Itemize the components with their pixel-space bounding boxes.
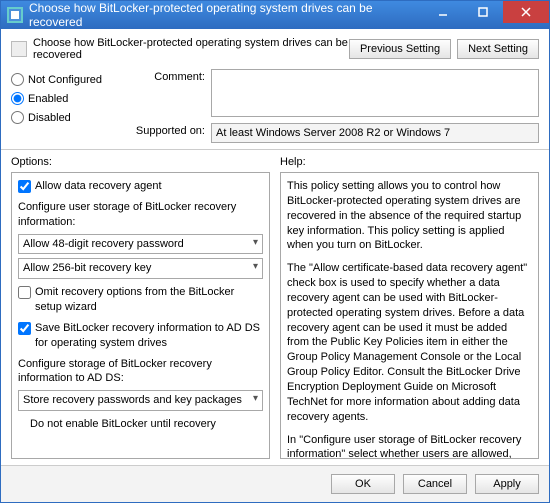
help-heading: Help:: [280, 156, 539, 168]
ad-storage-label: Configure storage of BitLocker recovery …: [18, 357, 263, 387]
supported-on-value: At least Windows Server 2008 R2 or Windo…: [211, 123, 539, 143]
omit-wizard-checkbox[interactable]: Omit recovery options from the BitLocker…: [18, 285, 263, 315]
state-radios: Not Configured Enabled Disabled: [11, 69, 111, 124]
minimize-button[interactable]: [423, 1, 463, 23]
radio-not-configured[interactable]: Not Configured: [11, 73, 111, 86]
comment-label: Comment:: [125, 69, 205, 83]
app-icon: [7, 7, 23, 23]
help-p2: The "Allow certificate-based data recove…: [287, 261, 532, 424]
apply-button[interactable]: Apply: [475, 474, 539, 494]
close-button[interactable]: [503, 1, 549, 23]
cancel-button[interactable]: Cancel: [403, 474, 467, 494]
policy-description: Choose how BitLocker-protected operating…: [33, 37, 349, 61]
radio-disabled[interactable]: Disabled: [11, 111, 111, 124]
comment-input[interactable]: [211, 69, 539, 117]
ad-storage-select[interactable]: Store recovery passwords and key package…: [18, 390, 263, 411]
ok-button[interactable]: OK: [331, 474, 395, 494]
save-ad-checkbox[interactable]: Save BitLocker recovery information to A…: [18, 321, 263, 351]
window-buttons: [423, 1, 549, 29]
maximize-button[interactable]: [463, 1, 503, 23]
policy-dialog: Choose how BitLocker-protected operating…: [0, 0, 550, 503]
recovery-password-select[interactable]: Allow 48-digit recovery password: [18, 234, 263, 255]
footer: OK Cancel Apply: [1, 465, 549, 502]
window-title: Choose how BitLocker-protected operating…: [29, 1, 423, 29]
supported-on-label: Supported on:: [125, 123, 205, 137]
recovery-key-select[interactable]: Allow 256-bit recovery key: [18, 258, 263, 279]
titlebar: Choose how BitLocker-protected operating…: [1, 1, 549, 29]
help-p1: This policy setting allows you to contro…: [287, 179, 532, 253]
policy-icon: [11, 41, 27, 57]
options-panel: Allow data recovery agent Configure user…: [11, 172, 270, 459]
user-storage-label: Configure user storage of BitLocker reco…: [18, 200, 263, 230]
help-panel: This policy setting allows you to contro…: [280, 172, 539, 459]
radio-enabled[interactable]: Enabled: [11, 92, 111, 105]
do-not-enable-checkbox[interactable]: Do not enable BitLocker until recovery: [30, 417, 263, 432]
next-setting-button[interactable]: Next Setting: [457, 39, 539, 59]
previous-setting-button[interactable]: Previous Setting: [349, 39, 451, 59]
header-section: Choose how BitLocker-protected operating…: [1, 29, 549, 150]
help-p3: In "Configure user storage of BitLocker …: [287, 433, 532, 460]
allow-dra-checkbox[interactable]: Allow data recovery agent: [18, 179, 263, 194]
options-heading: Options:: [11, 156, 270, 168]
